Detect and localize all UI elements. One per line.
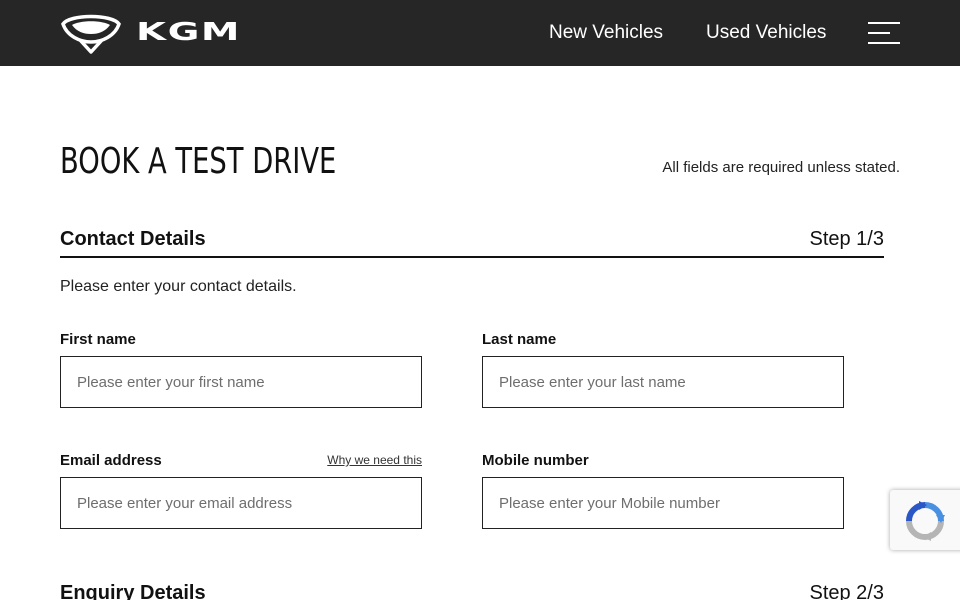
contact-details-step: Step 1/3 (809, 228, 884, 250)
last-name-input[interactable] (482, 356, 844, 408)
email-label: Email address (60, 452, 162, 469)
recaptcha-badge[interactable] (890, 490, 960, 550)
hamburger-menu-icon[interactable] (868, 20, 901, 46)
kgm-wing-emblem-icon (61, 14, 121, 54)
recaptcha-icon (906, 501, 945, 541)
first-name-label: First name (60, 331, 136, 348)
contact-details-header: Contact Details Step 1/3 (60, 222, 884, 258)
why-we-need-this-link[interactable]: Why we need this (327, 452, 422, 468)
kgm-logo[interactable]: KGM (58, 12, 268, 54)
site-header: KGM New Vehicles Used Vehicles (0, 0, 960, 66)
contact-details-title: Contact Details (60, 228, 206, 250)
enquiry-details-step: Step 2/3 (809, 582, 884, 600)
contact-details-description: Please enter your contact details. (60, 278, 297, 295)
page-title: BOOK A TEST DRIVE (60, 141, 337, 182)
nav-new-vehicles[interactable]: New Vehicles (549, 20, 663, 46)
email-input[interactable] (60, 477, 422, 529)
first-name-input[interactable] (60, 356, 422, 408)
enquiry-details-title: Enquiry Details (60, 582, 206, 600)
logo-wordmark: KGM (136, 17, 242, 46)
enquiry-details-header: Enquiry Details Step 2/3 (60, 576, 884, 600)
mobile-label: Mobile number (482, 452, 589, 469)
nav-used-vehicles[interactable]: Used Vehicles (706, 20, 826, 46)
last-name-label: Last name (482, 331, 557, 348)
required-fields-note: All fields are required unless stated. (662, 159, 900, 176)
mobile-input[interactable] (482, 477, 844, 529)
